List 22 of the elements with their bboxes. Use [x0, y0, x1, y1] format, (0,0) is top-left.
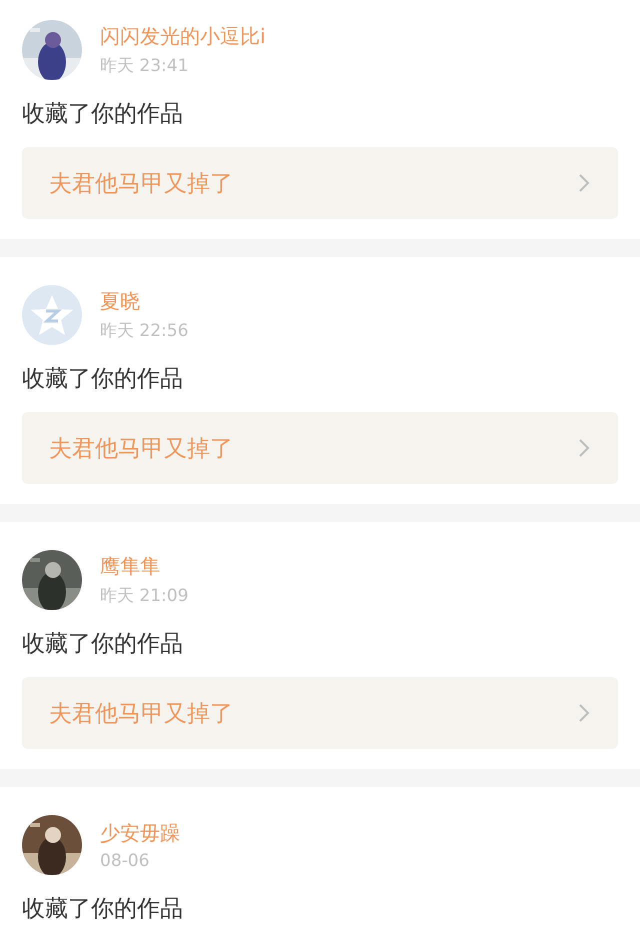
activity-text: 收藏了你的作品 — [22, 895, 184, 924]
chevron-right-icon — [578, 703, 590, 723]
activity-text: 收藏了你的作品 — [22, 365, 184, 394]
user-name[interactable]: 闪闪发光的小逗比i — [100, 23, 266, 50]
activity-text: 收藏了你的作品 — [22, 630, 184, 659]
work-link[interactable]: 夫君他马甲又掉了 — [22, 147, 618, 219]
work-title: 夫君他马甲又掉了 — [49, 170, 233, 198]
chevron-right-icon — [578, 438, 590, 458]
work-title: 夫君他马甲又掉了 — [49, 434, 233, 464]
user-name[interactable]: 夏晓 — [100, 288, 188, 315]
timestamp: 08-06 — [100, 850, 150, 870]
work-link[interactable]: 夫君他马甲又掉了 — [22, 412, 618, 484]
work-title: 夫君他马甲又掉了 — [49, 700, 233, 728]
chevron-right-icon — [578, 173, 590, 193]
timestamp: 昨天 22:56 — [100, 320, 188, 342]
default-avatar-icon — [22, 285, 82, 345]
activity-text: 收藏了你的作品 — [22, 100, 184, 129]
work-link[interactable]: 夫君他马甲又掉了 — [22, 677, 618, 749]
user-name[interactable]: 鹰隼隼 — [100, 553, 188, 580]
timestamp: 昨天 23:41 — [100, 55, 190, 77]
timestamp: 昨天 21:09 — [100, 585, 188, 607]
user-name[interactable]: 少安毋躁 — [100, 820, 180, 846]
